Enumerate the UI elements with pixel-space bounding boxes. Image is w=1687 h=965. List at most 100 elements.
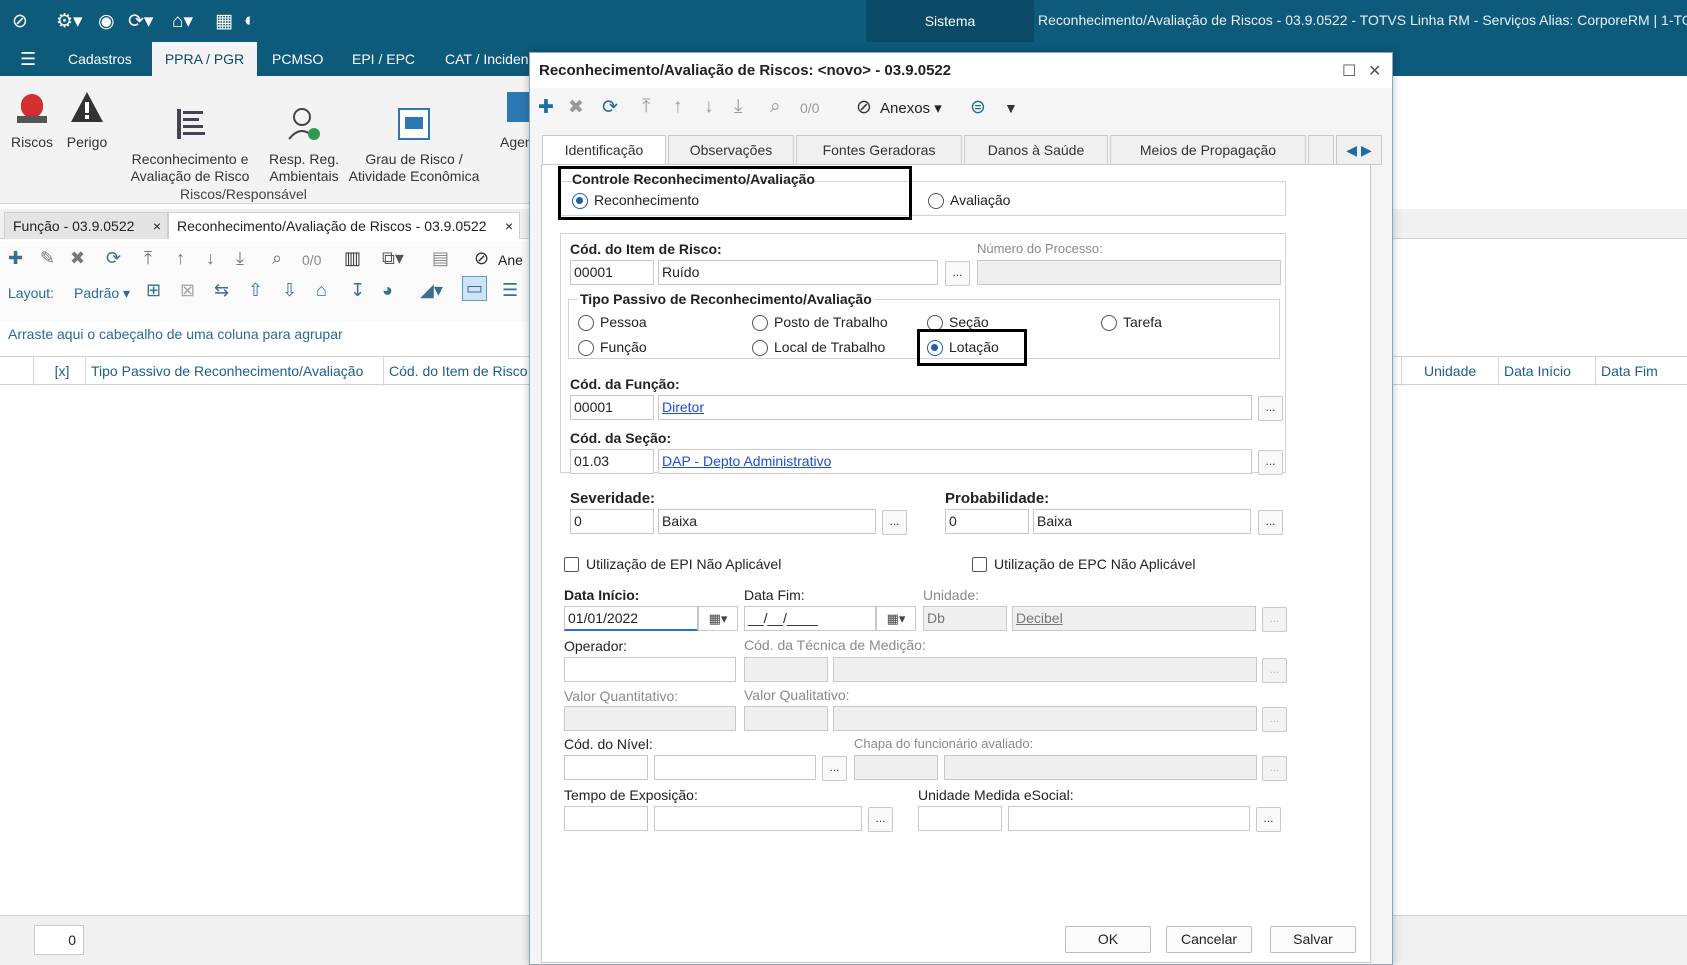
tab-scroll-arrows[interactable]: ◀ ▶ bbox=[1336, 135, 1382, 165]
move-down-icon[interactable]: ⇩ bbox=[282, 280, 297, 301]
delete-icon[interactable]: ✖ bbox=[568, 96, 584, 119]
previous-icon[interactable]: ↑ bbox=[673, 96, 683, 118]
column-header-check[interactable]: [x] bbox=[34, 357, 86, 386]
tab-pcmso[interactable]: PCMSO bbox=[262, 42, 333, 76]
radio-reconhecimento[interactable] bbox=[572, 193, 588, 209]
radio-lotacao[interactable] bbox=[927, 340, 943, 356]
close-icon[interactable]: ✕ bbox=[1368, 61, 1381, 81]
last-icon[interactable]: ⤓ bbox=[734, 96, 742, 118]
unidade-esocial-code-input[interactable] bbox=[918, 806, 1002, 831]
maximize-icon[interactable]: ☐ bbox=[1342, 61, 1356, 81]
search-icon[interactable]: ⌕ bbox=[770, 96, 781, 118]
tempo-lookup-button[interactable]: ... bbox=[868, 807, 893, 832]
tempo-code-input[interactable] bbox=[564, 806, 648, 831]
calendar-icon[interactable]: ▦▾ bbox=[876, 606, 916, 631]
tab-fontes-geradoras[interactable]: Fontes Geradoras bbox=[796, 135, 962, 165]
secao-code-input[interactable]: 01.03 bbox=[570, 449, 654, 474]
secao-lookup-button[interactable]: ... bbox=[1258, 450, 1283, 475]
last-icon[interactable]: ⤓ bbox=[236, 248, 244, 269]
radio-tarefa[interactable] bbox=[1101, 315, 1117, 331]
radio-funcao[interactable] bbox=[578, 340, 594, 356]
tecnica-desc-input[interactable] bbox=[833, 657, 1257, 682]
funcao-code-input[interactable]: 00001 bbox=[570, 395, 654, 420]
tab-observacoes[interactable]: Observações bbox=[668, 135, 794, 165]
attach-icon[interactable]: ⊘ bbox=[856, 96, 872, 119]
ribbon-riscos-button[interactable]: Riscos bbox=[8, 88, 56, 151]
data-fim-input[interactable]: __/__/____ bbox=[744, 606, 876, 631]
valor-quantitativo-input[interactable] bbox=[564, 706, 736, 731]
system-menu[interactable]: Sistema bbox=[866, 0, 1034, 42]
attachments-label[interactable]: Ane bbox=[498, 252, 523, 268]
color-icon[interactable]: ◕ bbox=[382, 280, 393, 301]
home-icon[interactable]: ⌂▾ bbox=[172, 10, 193, 33]
funcao-desc-link[interactable]: Diretor bbox=[658, 395, 1252, 420]
ribbon-perigo-button[interactable]: Perigo bbox=[62, 88, 112, 151]
radio-local-trabalho[interactable] bbox=[752, 340, 768, 356]
column-header-data-fim[interactable]: Data Fim bbox=[1596, 357, 1687, 386]
operador-input[interactable] bbox=[564, 657, 736, 682]
expand-icon[interactable]: ⊞ bbox=[146, 280, 161, 301]
radio-posto-trabalho[interactable] bbox=[752, 315, 768, 331]
ribbon-reconhecimento-button[interactable]: Reconhecimento e Avaliação de Risco bbox=[128, 88, 252, 202]
filter-icon[interactable]: ↧ bbox=[350, 280, 365, 301]
database-icon[interactable]: ⊜ bbox=[970, 96, 986, 119]
tab-identificacao[interactable]: Identificação bbox=[542, 135, 666, 165]
delete-icon[interactable]: ✖ bbox=[70, 248, 85, 269]
doc-tab-funcao[interactable]: Função - 03.9.0522 × bbox=[4, 212, 168, 239]
tab-epi-epc[interactable]: EPI / EPC bbox=[342, 42, 425, 76]
add-icon[interactable]: ✚ bbox=[8, 248, 23, 269]
calculator-icon[interactable]: ▦ bbox=[215, 10, 233, 33]
search-icon[interactable]: ⌕ bbox=[272, 248, 282, 269]
severidade-lookup-button[interactable]: ... bbox=[882, 510, 907, 535]
panel-bottom-icon[interactable]: ▭ bbox=[462, 276, 488, 301]
tempo-desc-input[interactable] bbox=[654, 806, 862, 831]
nivel-code-input[interactable] bbox=[564, 755, 648, 780]
tab-cat[interactable]: CAT / Inciden bbox=[435, 42, 539, 76]
tab-danos-saude[interactable]: Danos à Saúde bbox=[964, 135, 1108, 165]
attach-icon[interactable]: ⊘ bbox=[474, 248, 489, 269]
previous-icon[interactable]: ↑ bbox=[176, 248, 185, 269]
report-icon[interactable]: ▤ bbox=[432, 248, 449, 269]
ribbon-grau-risco-button[interactable]: Grau de Risco / Atividade Econômica bbox=[348, 88, 480, 202]
nivel-desc-input[interactable] bbox=[654, 755, 816, 780]
edit-icon[interactable]: ✎ bbox=[40, 248, 55, 269]
globe-icon[interactable]: ◐ bbox=[244, 10, 255, 32]
item-risco-desc-input[interactable]: Ruído bbox=[658, 260, 938, 285]
tools-icon[interactable]: ⚙▾ bbox=[56, 10, 83, 33]
columns-icon[interactable]: ▥ bbox=[344, 248, 361, 269]
ribbon-agentes-button[interactable]: Agen bbox=[500, 88, 533, 151]
severidade-code-input[interactable]: 0 bbox=[570, 509, 654, 534]
ribbon-resp-reg-button[interactable]: Resp. Reg. Ambientais bbox=[262, 88, 346, 202]
tab-ppra-pgr[interactable]: PPRA / PGR bbox=[152, 42, 257, 76]
radio-pessoa[interactable] bbox=[578, 315, 594, 331]
swap-icon[interactable]: ⇆ bbox=[214, 280, 229, 301]
first-icon[interactable]: ⤒ bbox=[144, 248, 152, 269]
refresh-icon[interactable]: ⟳ bbox=[602, 96, 618, 119]
view-icon[interactable]: ◉ bbox=[98, 10, 115, 33]
probabilidade-lookup-button[interactable]: ... bbox=[1258, 510, 1283, 535]
probabilidade-desc-input[interactable]: Baixa bbox=[1033, 509, 1251, 534]
first-icon[interactable]: ⤒ bbox=[642, 96, 650, 118]
collapse-icon[interactable]: ⊠ bbox=[180, 280, 195, 301]
attachments-button[interactable]: Anexos ▾ bbox=[880, 99, 942, 117]
pin-icon[interactable]: ⌂ bbox=[316, 280, 327, 301]
column-header-tipo-passivo[interactable]: Tipo Passivo de Reconhecimento/Avaliação bbox=[86, 357, 384, 386]
close-icon[interactable]: × bbox=[153, 213, 161, 240]
valor-qualitativo-desc-input[interactable] bbox=[833, 706, 1257, 731]
epi-na-checkbox[interactable] bbox=[564, 557, 579, 572]
secao-desc-link[interactable]: DAP - Depto Administrativo bbox=[658, 449, 1252, 474]
radio-avaliacao[interactable] bbox=[928, 193, 944, 209]
close-icon[interactable]: × bbox=[505, 213, 513, 240]
cancel-button[interactable]: Cancelar bbox=[1166, 926, 1252, 953]
epc-na-checkbox[interactable] bbox=[972, 557, 987, 572]
valor-qualitativo-code-input[interactable] bbox=[744, 706, 828, 731]
column-header-data-inicio[interactable]: Data Início bbox=[1499, 357, 1596, 386]
processo-input[interactable] bbox=[977, 260, 1281, 285]
severidade-desc-input[interactable]: Baixa bbox=[658, 509, 876, 534]
tab-meios-propagacao[interactable]: Meios de Propagação bbox=[1110, 135, 1306, 165]
doc-tab-reconhecimento[interactable]: Reconhecimento/Avaliação de Riscos - 03.… bbox=[168, 212, 520, 239]
chapa-desc-input[interactable] bbox=[944, 755, 1257, 780]
unidade-lookup-button[interactable]: ... bbox=[1262, 607, 1287, 632]
save-button[interactable]: Salvar bbox=[1270, 926, 1356, 953]
unidade-esocial-lookup-button[interactable]: ... bbox=[1256, 807, 1281, 832]
